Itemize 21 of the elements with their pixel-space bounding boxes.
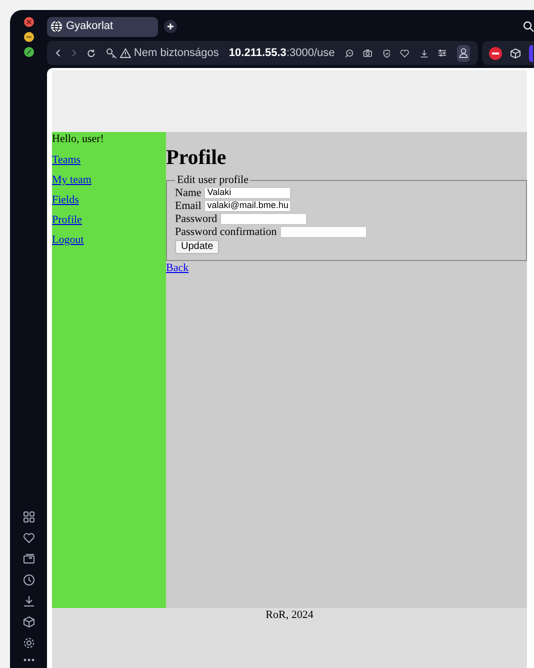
page-heading: Profile (166, 145, 226, 169)
nav-link[interactable]: My team (52, 174, 92, 187)
url-text[interactable]: 10.211.55.3:3000/use (228, 44, 335, 62)
address-bar[interactable]: Nem biztonságos 10.211.55.3:3000/use (47, 41, 478, 65)
browser-tab[interactable]: Gyakorlat (47, 16, 158, 36)
form-legend: Edit user profile (175, 174, 250, 187)
nav-link[interactable]: Fields (52, 194, 79, 207)
nav-link[interactable]: Profile (52, 214, 82, 227)
field-label: Password (175, 213, 218, 225)
nav-link[interactable]: Teams (52, 154, 81, 167)
greeting-text: Hello, user! (52, 133, 104, 146)
back-link[interactable]: Back (166, 262, 189, 274)
input-field[interactable]: valaki@mail.bme.hu (204, 200, 292, 212)
footer-text: RoR, 2024 (266, 609, 314, 622)
security-label[interactable]: Nem biztonságos (134, 44, 219, 62)
field-label: Name (175, 187, 202, 199)
field-label: Email (175, 200, 202, 212)
update-button[interactable]: Update (175, 240, 220, 254)
field-label: Password confirmation (175, 226, 277, 238)
nav-link[interactable]: Logout (52, 234, 84, 247)
input-field[interactable]: Valaki (204, 187, 292, 199)
